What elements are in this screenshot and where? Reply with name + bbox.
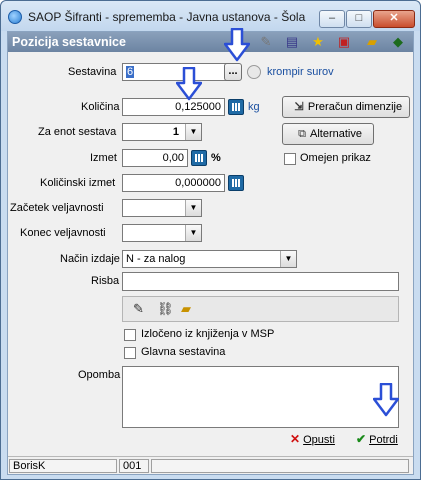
kolicina-unit: kg xyxy=(248,101,260,113)
maximize-button[interactable]: □ xyxy=(346,10,372,28)
kolicina-calculator-icon[interactable] xyxy=(228,99,244,115)
page-title: Pozicija sestavnice xyxy=(12,35,126,49)
nacin-dropdown-icon[interactable]: ▼ xyxy=(280,251,296,267)
opusti-label: Opusti xyxy=(303,434,335,446)
document-list-icon[interactable]: ▤ xyxy=(284,34,300,50)
link-icon[interactable]: ⛓ xyxy=(157,301,174,317)
glavna-checkbox[interactable] xyxy=(124,347,136,359)
confirm-check-icon: ✔ xyxy=(356,432,367,446)
sestavina-value: 6 xyxy=(126,66,135,78)
title-bar: SAOP Šifranti - sprememba - Javna ustano… xyxy=(1,1,420,31)
edit-icon[interactable]: ✎ xyxy=(258,34,274,50)
window-title: SAOP Šifranti - sprememba - Javna ustano… xyxy=(28,10,306,24)
konec-label: Konec veljavnosti xyxy=(20,227,106,239)
info-icon[interactable] xyxy=(247,65,261,79)
kolicina-label: Količina xyxy=(81,101,120,113)
status-bar: BorisK 001 xyxy=(8,456,413,474)
resize-icon: ⇲ xyxy=(294,101,304,113)
kolicina-input[interactable]: 0,125000 xyxy=(122,98,225,116)
sestavina-lookup-button[interactable]: ... xyxy=(224,63,242,81)
zacetek-dropdown-icon[interactable]: ▼ xyxy=(185,200,201,216)
izmet-calculator-icon[interactable] xyxy=(191,150,207,166)
izloceno-label: Izločeno iz knjiženja v MSP xyxy=(141,328,275,340)
preracun-label: Preračun dimenzije xyxy=(307,101,403,113)
annotation-arrow-icon xyxy=(176,67,202,101)
risba-input[interactable] xyxy=(122,272,399,291)
nacin-select[interactable]: N - za nalog xyxy=(122,250,297,268)
opomba-textarea[interactable] xyxy=(122,366,399,428)
potrdi-button[interactable]: ✔ Potrdi xyxy=(356,432,398,446)
zacetek-label: Začetek veljavnosti xyxy=(10,202,104,214)
za-enot-label: Za enot sestava xyxy=(38,126,117,138)
nacin-label: Način izdaje xyxy=(60,253,120,265)
minimize-button[interactable]: – xyxy=(319,10,345,28)
risba-label: Risba xyxy=(91,275,120,287)
kolicinski-izmet-label: Količinski izmet xyxy=(40,177,116,189)
kolicinski-izmet-input[interactable]: 0,000000 xyxy=(122,174,225,192)
status-empty-cell xyxy=(151,459,409,473)
close-button[interactable]: ✕ xyxy=(373,10,415,28)
omejen-prikaz-label: Omejen prikaz xyxy=(300,152,371,164)
app-window: SAOP Šifranti - sprememba - Javna ustano… xyxy=(0,0,421,480)
risba-toolbar: ✎ ⛓ ▰ xyxy=(122,296,399,322)
delete-icon[interactable]: ▣ xyxy=(336,34,352,50)
folder-icon[interactable]: ▰ xyxy=(364,34,380,50)
export-icon[interactable]: ◆ xyxy=(390,34,406,50)
omejen-prikaz-checkbox[interactable] xyxy=(284,153,296,165)
risba-edit-icon[interactable]: ✎ xyxy=(133,301,144,317)
potrdi-label: Potrdi xyxy=(369,434,398,446)
form-panel: Pozicija sestavnice ✎ ▤ ★ ▣ ▰ ◆ Sestavin… xyxy=(7,31,414,475)
annotation-arrow-icon xyxy=(224,28,250,62)
status-code: 001 xyxy=(119,459,149,473)
preracun-dimenzije-button[interactable]: ⇲ Preračun dimenzije xyxy=(282,96,410,118)
kolicinski-izmet-calculator-icon[interactable] xyxy=(228,175,244,191)
izmet-label: Izmet xyxy=(90,152,117,164)
annotation-arrow-icon xyxy=(373,383,399,417)
izloceno-checkbox[interactable] xyxy=(124,329,136,341)
sestavina-name: krompir surov xyxy=(267,66,334,78)
app-logo-icon xyxy=(8,10,22,24)
alternative-label: Alternative xyxy=(310,128,362,140)
sestavina-label: Sestavina xyxy=(68,66,117,78)
cancel-icon: ✕ xyxy=(290,432,301,446)
opusti-button[interactable]: ✕ Opusti xyxy=(290,432,335,446)
star-icon[interactable]: ★ xyxy=(310,34,326,50)
header-bar: Pozicija sestavnice ✎ ▤ ★ ▣ ▰ ◆ xyxy=(8,32,413,52)
opomba-label: Opomba xyxy=(78,369,121,381)
izmet-input[interactable]: 0,00 xyxy=(122,149,188,167)
izmet-unit: % xyxy=(211,152,221,164)
alternative-button[interactable]: ⧉ Alternative xyxy=(282,123,374,145)
open-folder-icon[interactable]: ▰ xyxy=(181,301,191,317)
status-user: BorisK xyxy=(9,459,117,473)
glavna-label: Glavna sestavina xyxy=(141,346,226,358)
za-enot-dropdown-icon[interactable]: ▼ xyxy=(185,124,201,140)
copy-icon: ⧉ xyxy=(298,128,306,140)
konec-dropdown-icon[interactable]: ▼ xyxy=(185,225,201,241)
